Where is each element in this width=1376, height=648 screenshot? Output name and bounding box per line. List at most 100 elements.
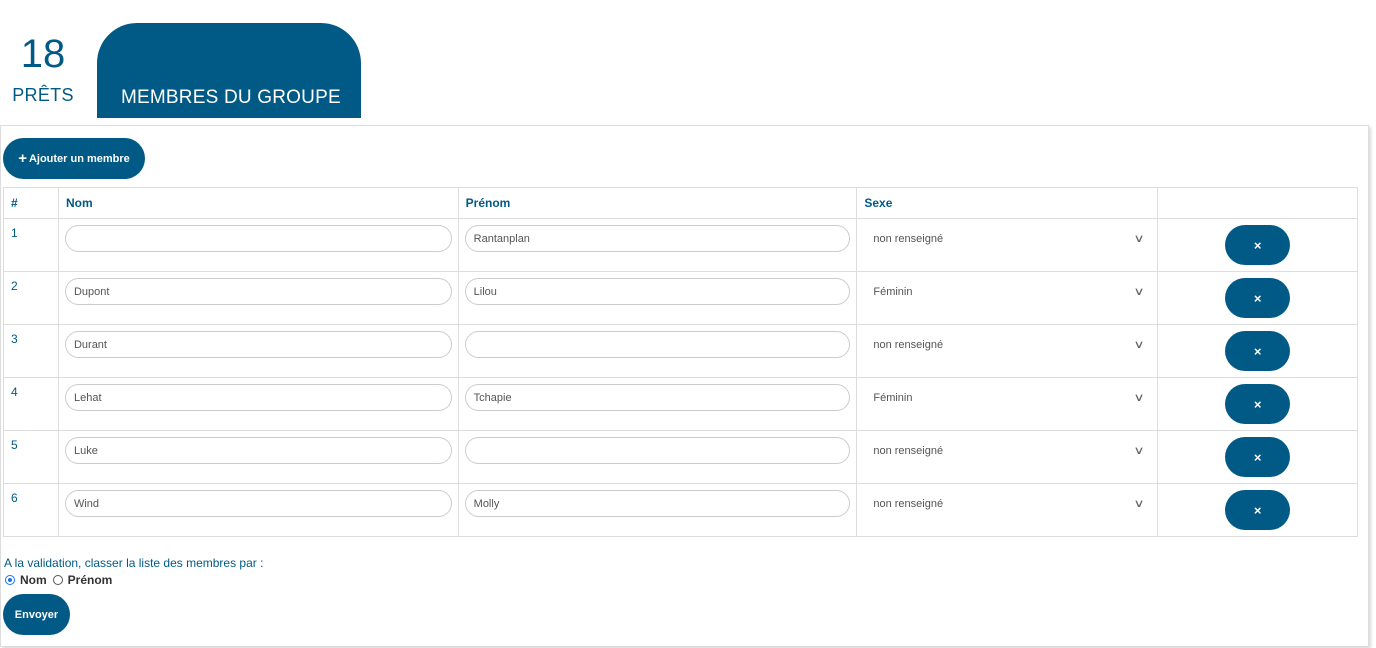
header-actions: [1157, 187, 1358, 219]
prenom-cell: [457, 218, 858, 272]
sexe-value: non renseigné: [873, 232, 944, 245]
row-number: 6: [3, 483, 59, 537]
row-number: 1: [3, 218, 59, 272]
delete-member-button[interactable]: ×: [1225, 437, 1291, 477]
delete-member-button[interactable]: ×: [1225, 490, 1291, 530]
actions-cell: ×: [1157, 430, 1358, 484]
nom-input[interactable]: [64, 437, 452, 464]
sort-prenom-radio[interactable]: [52, 575, 63, 585]
sort-nom-label[interactable]: Nom: [20, 573, 47, 587]
sexe-value: non renseigné: [873, 497, 944, 510]
tabs-bar: 18 PRÊTS MEMBRES DU GROUPE: [0, 0, 1376, 118]
add-member-label: Ajouter un membre: [28, 152, 130, 165]
row-number: 4: [3, 377, 59, 431]
table-row: 5 non renseigné ∨ ×: [3, 430, 1358, 484]
chevron-down-icon: ∨: [1133, 498, 1145, 510]
members-panel: + Ajouter un membre # Nom Prénom Sexe 1 n…: [0, 125, 1369, 647]
sexe-select[interactable]: Féminin ∨: [863, 384, 1151, 411]
prenom-input[interactable]: [464, 331, 851, 358]
sexe-select[interactable]: non renseigné ∨: [863, 225, 1151, 252]
actions-cell: ×: [1157, 483, 1358, 537]
header-prenom: Prénom: [457, 187, 858, 219]
tab-loans[interactable]: 18 PRÊTS: [10, 30, 76, 106]
sort-prenom-label[interactable]: Prénom: [68, 573, 113, 587]
actions-cell: ×: [1157, 271, 1358, 325]
sexe-cell: non renseigné ∨: [856, 430, 1159, 484]
nom-cell: [57, 430, 459, 484]
delete-member-button[interactable]: ×: [1225, 331, 1291, 371]
delete-member-button[interactable]: ×: [1225, 225, 1291, 265]
header-sexe: Sexe: [856, 187, 1159, 219]
prenom-input[interactable]: [464, 384, 851, 411]
nom-input[interactable]: [64, 384, 452, 411]
nom-cell: [57, 324, 459, 378]
nom-input[interactable]: [64, 490, 452, 517]
table-row: 2 Féminin ∨ ×: [3, 271, 1358, 325]
close-icon: ×: [1253, 396, 1262, 412]
sexe-cell: non renseigné ∨: [856, 483, 1159, 537]
submit-button[interactable]: Envoyer: [3, 594, 70, 635]
chevron-down-icon: ∨: [1133, 286, 1145, 298]
sexe-value: Féminin: [873, 285, 913, 298]
chevron-down-icon: ∨: [1133, 445, 1145, 457]
add-member-button[interactable]: + Ajouter un membre: [3, 138, 145, 179]
prenom-cell: [457, 483, 858, 537]
nom-cell: [57, 218, 459, 272]
sexe-select[interactable]: non renseigné ∨: [863, 490, 1151, 517]
nom-cell: [57, 483, 459, 537]
prenom-cell: [457, 324, 858, 378]
loans-count: 18: [20, 32, 66, 76]
close-icon: ×: [1253, 449, 1262, 465]
nom-input[interactable]: [64, 225, 452, 252]
prenom-input[interactable]: [464, 490, 851, 517]
chevron-down-icon: ∨: [1133, 339, 1145, 351]
chevron-down-icon: ∨: [1133, 233, 1145, 245]
sexe-cell: Féminin ∨: [856, 377, 1159, 431]
tab-group-members-label: MEMBRES DU GROUPE: [121, 87, 341, 108]
sexe-value: non renseigné: [873, 444, 944, 457]
nom-cell: [57, 271, 459, 325]
nom-cell: [57, 377, 459, 431]
tab-group-members[interactable]: MEMBRES DU GROUPE: [97, 23, 361, 118]
close-icon: ×: [1253, 343, 1262, 359]
actions-cell: ×: [1157, 218, 1358, 272]
loans-label: PRÊTS: [12, 85, 74, 105]
table-row: 3 non renseigné ∨ ×: [3, 324, 1358, 378]
nom-input[interactable]: [64, 278, 452, 305]
prenom-cell: [457, 271, 858, 325]
row-number: 5: [3, 430, 59, 484]
sort-options: Nom Prénom: [5, 573, 118, 587]
sexe-cell: Féminin ∨: [856, 271, 1159, 325]
sexe-cell: non renseigné ∨: [856, 218, 1159, 272]
nom-input[interactable]: [64, 331, 452, 358]
sexe-value: Féminin: [873, 391, 913, 404]
sort-nom-radio[interactable]: [5, 575, 15, 585]
sexe-select[interactable]: non renseigné ∨: [863, 437, 1151, 464]
delete-member-button[interactable]: ×: [1225, 278, 1291, 318]
prenom-cell: [457, 377, 858, 431]
close-icon: ×: [1253, 290, 1262, 306]
header-num: #: [3, 187, 59, 219]
prenom-input[interactable]: [464, 278, 851, 305]
row-number: 3: [3, 324, 59, 378]
table-row: 4 Féminin ∨ ×: [3, 377, 1358, 431]
sexe-cell: non renseigné ∨: [856, 324, 1159, 378]
members-table: # Nom Prénom Sexe 1 non renseigné ∨ × 2 Fémin…: [3, 187, 1358, 537]
close-icon: ×: [1253, 237, 1262, 253]
actions-cell: ×: [1157, 377, 1358, 431]
sort-label: A la validation, classer la liste des me…: [4, 556, 264, 570]
actions-cell: ×: [1157, 324, 1358, 378]
sexe-select[interactable]: non renseigné ∨: [863, 331, 1151, 358]
table-header-row: # Nom Prénom Sexe: [3, 187, 1358, 219]
prenom-input[interactable]: [464, 225, 851, 252]
plus-icon: +: [18, 150, 27, 167]
row-number: 2: [3, 271, 59, 325]
table-row: 1 non renseigné ∨ ×: [3, 218, 1358, 272]
header-nom: Nom: [57, 187, 459, 219]
delete-member-button[interactable]: ×: [1225, 384, 1291, 424]
sexe-value: non renseigné: [873, 338, 944, 351]
close-icon: ×: [1253, 502, 1262, 518]
prenom-cell: [457, 430, 858, 484]
prenom-input[interactable]: [464, 437, 851, 464]
sexe-select[interactable]: Féminin ∨: [863, 278, 1151, 305]
